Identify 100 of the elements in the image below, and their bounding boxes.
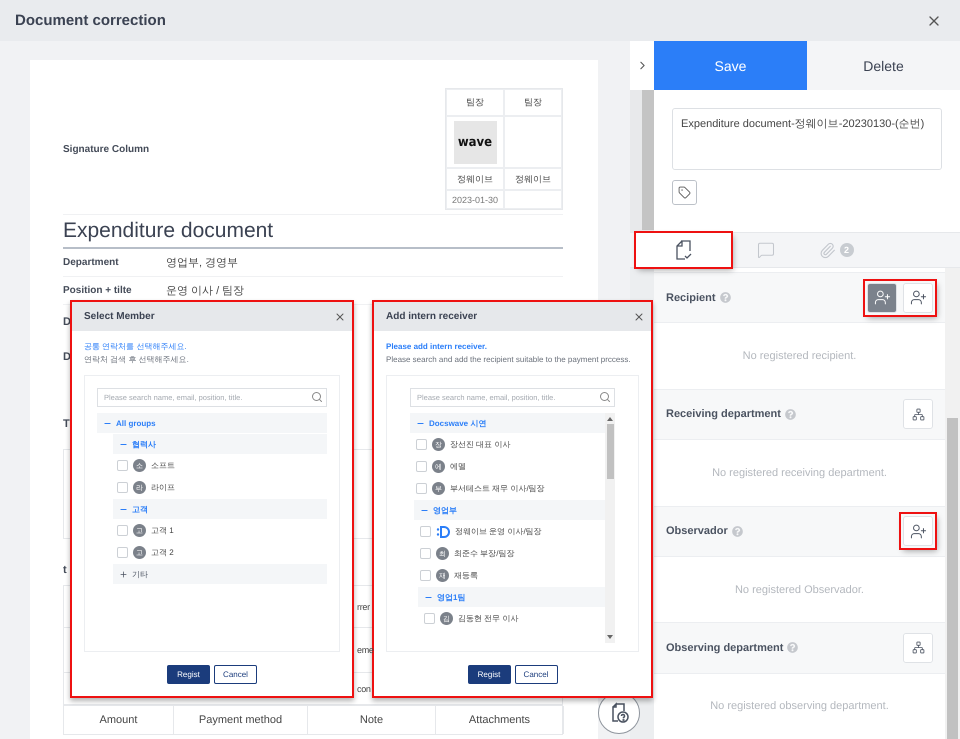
hint-text: 공통 연락처를 선택해주세요. [84, 341, 188, 353]
save-button[interactable]: Save [654, 41, 807, 90]
member-name: 라이프 [151, 482, 175, 493]
field-value: 운영 이사 / 팀장 [166, 284, 246, 298]
field-label: Signature Column [63, 144, 150, 154]
person-add-icon [910, 522, 926, 540]
section-title: t [63, 564, 67, 576]
modal-title: Select Member [84, 311, 155, 322]
table-cell: con [357, 684, 371, 694]
checkbox[interactable] [416, 439, 427, 450]
tab[interactable] [636, 233, 731, 267]
add-person-button[interactable] [903, 282, 933, 313]
empty-message: No registered recipient. [742, 350, 856, 362]
column-header: Payment method [174, 706, 308, 734]
empty-message: No registered receiving department. [712, 466, 887, 479]
tree-group[interactable]: 영업1팀 [418, 587, 605, 607]
close-button[interactable] [633, 310, 645, 322]
member-name: 정웨이브 운영 이사/팀장 [455, 526, 542, 537]
org-chart-icon [912, 641, 924, 654]
regist-button[interactable]: Regist [167, 664, 210, 684]
cancel-button[interactable]: Cancel [214, 664, 257, 684]
member-name: 재등록 [454, 570, 478, 581]
person-add-icon [874, 289, 890, 306]
member-name: 고객 2 [151, 547, 174, 558]
field-label: D [63, 316, 71, 328]
hint-text: 연락처 검색 후 선택해주세요. [84, 354, 190, 366]
expand-icon [119, 570, 128, 578]
checkbox[interactable] [117, 547, 128, 558]
help-icon [720, 292, 731, 304]
table-cell: rrer [357, 602, 370, 612]
column-header: Amount [64, 706, 174, 734]
add-person-button[interactable] [867, 282, 897, 313]
hint-text: Please search and add the recipient suitable to the payment prccess. [386, 354, 632, 366]
regist-button[interactable]: Regist [468, 664, 510, 684]
member-name: 고객 1 [151, 525, 174, 536]
help-icon [784, 408, 796, 420]
modal-title: Add intern receiver [386, 311, 478, 322]
member-name: 김동현 전무 이사 [458, 613, 518, 624]
checkbox[interactable] [424, 613, 435, 624]
tree-group[interactable]: 협력사 [113, 434, 327, 454]
section-title: Observador [666, 525, 728, 538]
field-label: Position + tilte [63, 285, 133, 296]
close-icon [633, 310, 645, 322]
search-icon [311, 391, 323, 403]
section-title: T [63, 418, 70, 430]
department-button[interactable] [903, 632, 933, 663]
tree-group[interactable]: 기타 [113, 564, 327, 584]
tree-group[interactable]: Docswave 시연 [410, 413, 605, 433]
table-cell: 팀장 [446, 89, 504, 116]
empty-message: No registered Observador. [734, 584, 864, 596]
field-label: Department [63, 257, 120, 268]
table-cell: 팀장 [504, 89, 562, 116]
tag-icon [678, 186, 691, 199]
table-cell: 정웨이브 [504, 168, 562, 190]
hint-text: Please add intern receiver. [386, 341, 488, 353]
search-icon [599, 391, 611, 403]
checkbox[interactable] [420, 526, 431, 537]
tag-button[interactable] [672, 180, 697, 205]
member-name: 에멜 [450, 461, 466, 472]
table-cell: 2023-01-30 [446, 190, 504, 209]
column-header: Note [308, 706, 436, 734]
document-name-field[interactable]: Expenditure document-정웨이브-20230130-(순번) [672, 108, 942, 170]
member-name: 최준수 부장/팀장 [454, 548, 514, 559]
empty-message: No registered observing department. [710, 700, 889, 712]
checkbox[interactable] [117, 460, 128, 471]
checkbox[interactable] [416, 483, 427, 494]
checkbox[interactable] [420, 570, 431, 581]
section-title: Receiving department [666, 408, 781, 420]
section-title: Recipient [666, 292, 716, 304]
scrollbar-thumb[interactable] [642, 90, 654, 230]
tree-group[interactable]: 고객 [113, 499, 327, 519]
table-cell: 정웨이브 [446, 168, 504, 190]
column-header: Attachments [436, 706, 564, 734]
tree-group[interactable]: 영업부 [414, 500, 605, 520]
checkbox[interactable] [416, 461, 427, 472]
checkbox[interactable] [117, 482, 128, 493]
cancel-button[interactable]: Cancel [514, 664, 558, 684]
tree-group[interactable]: All groups [97, 413, 327, 433]
member-name: 부서테스트 재무 이사/팀장 [450, 483, 545, 494]
checkbox[interactable] [420, 548, 431, 559]
section-title: Observing department [666, 642, 784, 654]
person-add-icon [910, 289, 926, 306]
org-chart-icon [912, 408, 924, 421]
member-name: 장선진 대표 이사 [450, 439, 510, 450]
member-name: 소프트 [151, 460, 175, 471]
document-title: Expenditure document [63, 219, 563, 249]
signature-stamp: wave [454, 120, 496, 164]
paperclip-icon [818, 242, 836, 258]
window-title: Document correction [15, 12, 166, 29]
close-icon [334, 310, 346, 322]
help-icon [732, 526, 743, 537]
close-button[interactable] [334, 310, 346, 322]
collapse-button[interactable] [630, 41, 654, 90]
comment-icon [757, 241, 775, 259]
checkbox[interactable] [117, 525, 128, 536]
field-label: D [63, 351, 71, 363]
department-button[interactable] [903, 399, 933, 430]
field-value: 영업부, 경영부 [166, 256, 240, 270]
help-icon [787, 642, 798, 654]
scrollbar[interactable] [605, 413, 615, 643]
